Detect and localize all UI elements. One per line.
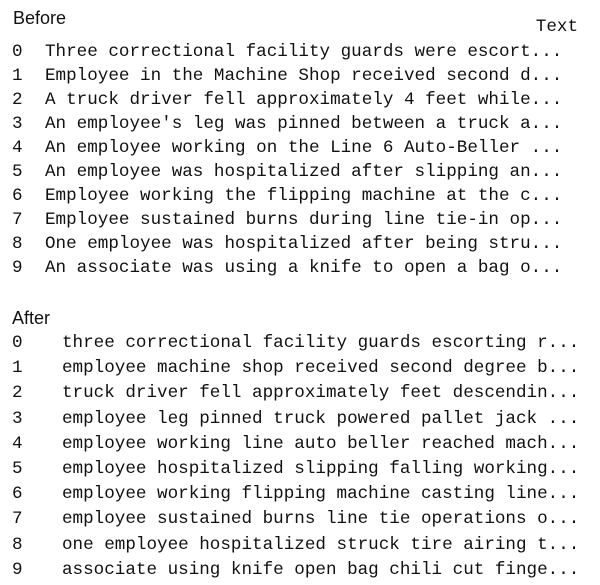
row-text: Three correctional facility guards were … — [45, 42, 563, 62]
row-index: 6 — [12, 484, 23, 505]
row-index: 1 — [12, 358, 23, 379]
row-index: 0 — [12, 42, 23, 62]
row-text: Employee in the Machine Shop received se… — [45, 66, 563, 86]
row-text: Employee sustained burns during line tie… — [45, 210, 563, 230]
row-text: An employee was hospitalized after slipp… — [45, 162, 563, 182]
row-text: A truck driver fell approximately 4 feet… — [45, 90, 563, 110]
row-text: employee hospitalized slipping falling w… — [62, 458, 580, 479]
text-column-header: Text — [535, 17, 578, 37]
row-index: 9 — [12, 258, 23, 278]
row-index: 8 — [12, 534, 23, 555]
row-index: 0 — [12, 333, 23, 353]
row-text: employee working line auto beller reache… — [62, 433, 580, 454]
row-index: 2 — [12, 90, 23, 110]
row-index: 7 — [12, 509, 23, 530]
row-index: 4 — [12, 138, 23, 158]
row-text: An associate was using a knife to open a… — [45, 258, 563, 278]
row-index: 3 — [12, 114, 23, 134]
row-index: 8 — [12, 234, 23, 254]
row-text: employee sustained burns line tie operat… — [62, 509, 580, 530]
row-text: one employee hospitalized struck tire ai… — [62, 534, 580, 555]
before-section-title: Before — [13, 8, 67, 28]
row-text: associate using knife open bag chili cut… — [62, 559, 580, 580]
row-index: 5 — [12, 162, 23, 182]
after-section-title: After — [12, 308, 51, 328]
row-index: 3 — [12, 408, 23, 429]
row-text: One employee was hospitalized after bein… — [45, 234, 563, 254]
row-index: 6 — [12, 186, 23, 206]
row-index: 1 — [12, 66, 23, 86]
row-index: 2 — [12, 383, 23, 404]
row-text: truck driver fell approximately feet des… — [62, 383, 580, 404]
row-text: employee machine shop received second de… — [62, 358, 580, 379]
row-text: three correctional facility guards escor… — [62, 333, 580, 353]
row-text: An employee's leg was pinned between a t… — [45, 114, 563, 134]
row-text: Employee working the flipping machine at… — [45, 186, 563, 206]
row-index: 9 — [12, 559, 23, 580]
row-text: employee working flipping machine castin… — [62, 484, 580, 505]
row-text: An employee working on the Line 6 Auto-B… — [45, 138, 563, 158]
row-index: 7 — [12, 210, 23, 230]
row-index: 5 — [12, 458, 23, 479]
row-index: 4 — [12, 433, 23, 454]
row-text: employee leg pinned truck powered pallet… — [62, 408, 580, 429]
